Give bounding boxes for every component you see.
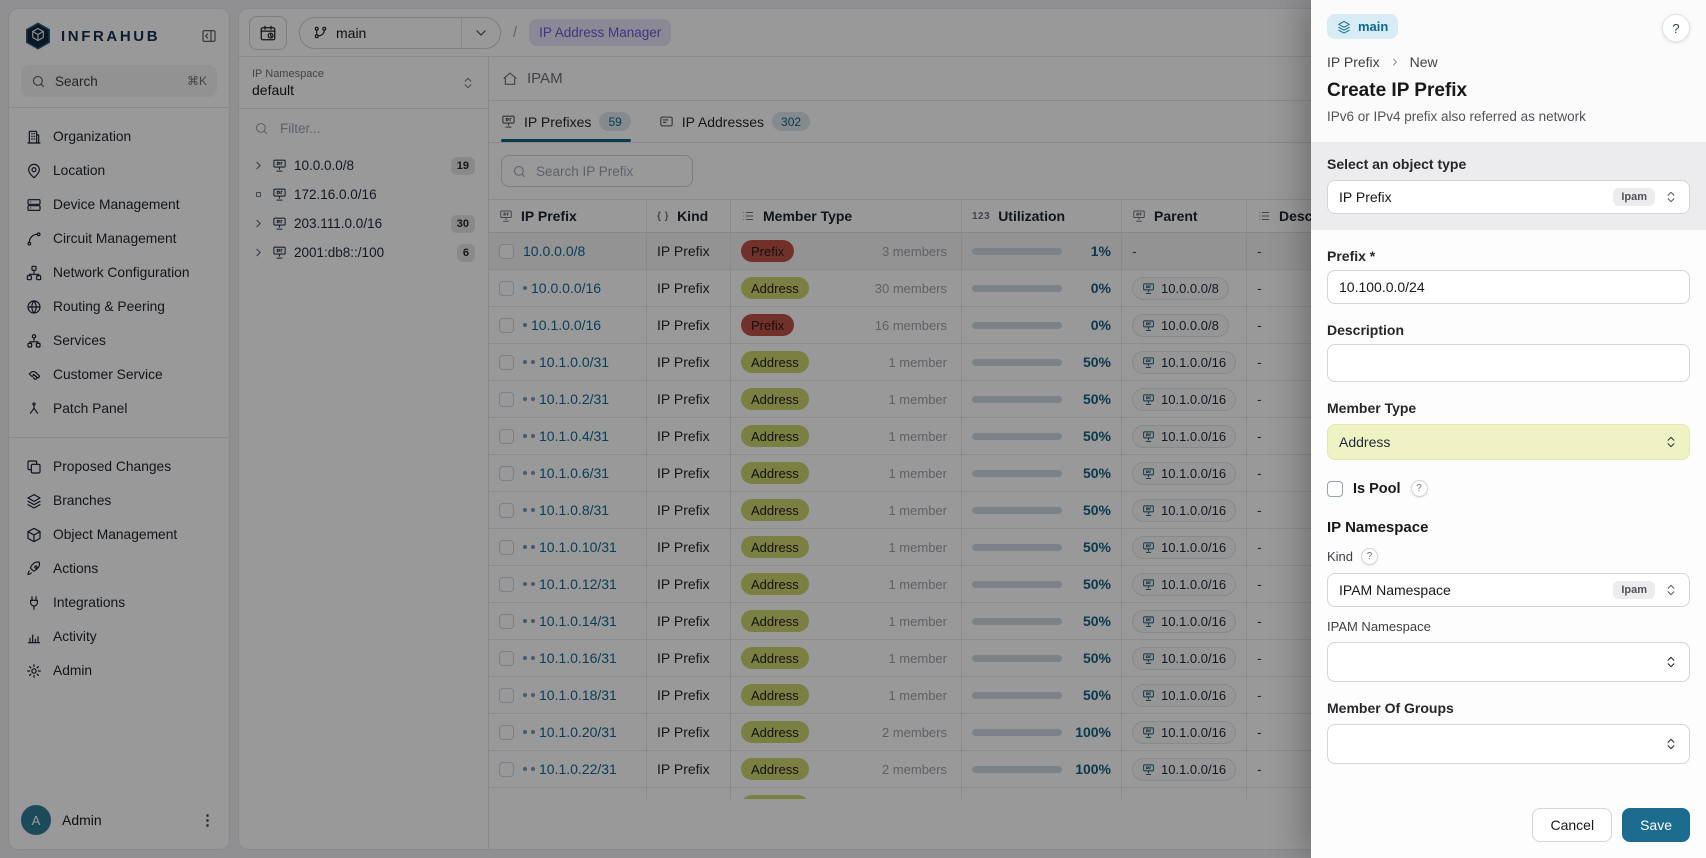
ipam-namespace-select[interactable] [1327, 642, 1690, 682]
chevron-right-icon [1389, 56, 1401, 68]
cancel-button[interactable]: Cancel [1532, 808, 1612, 842]
drawer-header: main ? IP Prefix New Create IP Prefix IP… [1311, 0, 1706, 142]
create-ip-prefix-drawer: main ? IP Prefix New Create IP Prefix IP… [1311, 0, 1706, 858]
help-button[interactable]: ? [1662, 14, 1690, 42]
object-type-label: Select an object type [1327, 156, 1690, 172]
create-form: Prefix * Description Member Type Address… [1311, 230, 1706, 794]
description-input[interactable] [1327, 344, 1690, 382]
chevrons-up-down-icon [1664, 583, 1678, 597]
drawer-breadcrumb: IP Prefix New [1327, 54, 1690, 70]
ipam-badge: Ipam [1613, 188, 1655, 206]
prefix-input[interactable] [1327, 270, 1690, 304]
chevrons-up-down-icon [1664, 190, 1678, 204]
ip-namespace-section-title: IP Namespace [1327, 519, 1690, 536]
chevrons-up-down-icon [1664, 737, 1678, 751]
member-type-field-label: Member Type [1327, 400, 1690, 416]
object-type-select[interactable]: IP Prefix Ipam [1327, 180, 1690, 214]
save-button[interactable]: Save [1622, 808, 1690, 842]
member-of-groups-select[interactable] [1327, 724, 1690, 764]
branch-badge: main [1327, 14, 1398, 39]
ipam-namespace-field-label: IPAM Namespace [1327, 619, 1690, 634]
kind-field-label: Kind ? [1327, 548, 1690, 565]
is-pool-label: Is Pool [1353, 481, 1401, 497]
drawer-subtitle: IPv6 or IPv4 prefix also referred as net… [1327, 109, 1690, 124]
chevrons-up-down-icon [1664, 655, 1678, 669]
layers-icon [1337, 20, 1351, 34]
modal-overlay[interactable] [0, 0, 1311, 858]
prefix-field-label: Prefix * [1327, 248, 1690, 264]
object-type-section: Select an object type IP Prefix Ipam [1311, 142, 1706, 230]
description-field-label: Description [1327, 322, 1690, 338]
member-type-select[interactable]: Address [1327, 424, 1690, 460]
drawer-title: Create IP Prefix [1327, 80, 1690, 102]
kind-select[interactable]: IPAM Namespace Ipam [1327, 573, 1690, 607]
drawer-footer: Cancel Save [1311, 794, 1706, 858]
ipam-badge: Ipam [1613, 581, 1655, 599]
is-pool-row: Is Pool ? [1327, 480, 1690, 497]
chevrons-up-down-icon [1664, 435, 1678, 449]
member-of-groups-field-label: Member Of Groups [1327, 700, 1690, 716]
is-pool-checkbox[interactable] [1327, 481, 1343, 497]
kind-help-icon[interactable]: ? [1361, 548, 1378, 565]
is-pool-help-icon[interactable]: ? [1411, 480, 1428, 497]
